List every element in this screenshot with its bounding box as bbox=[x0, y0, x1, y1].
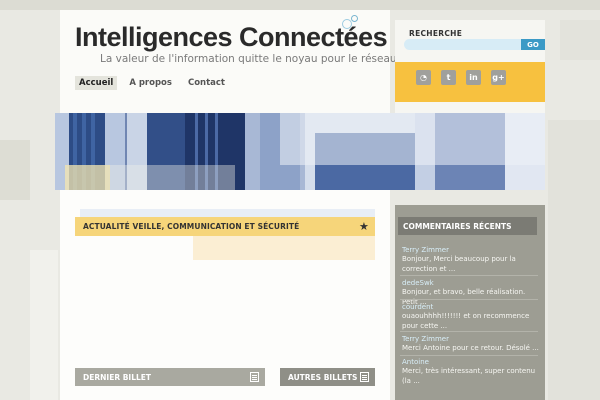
comment-excerpt[interactable]: Bonjour, Merci beaucoup pour la correcti… bbox=[402, 255, 540, 274]
comment-excerpt[interactable]: Merci, très intéressant, super contenu (… bbox=[402, 367, 540, 386]
latest-post-header: DERNIER BILLET bbox=[75, 368, 265, 386]
comment-author[interactable]: Terry Zimmer bbox=[402, 246, 540, 255]
background-block bbox=[0, 140, 30, 200]
other-posts-label: AUTRES BILLETS bbox=[288, 372, 358, 382]
nav-item-accueil[interactable]: Accueil bbox=[75, 76, 118, 90]
comment-item: Antoine Merci, très intéressant, super c… bbox=[402, 358, 540, 386]
section-accent bbox=[193, 236, 375, 260]
comment-item: Terry Zimmer Merci Antoine pour ce retou… bbox=[402, 335, 540, 354]
star-icon[interactable]: ★ bbox=[359, 220, 369, 233]
header-banner-image bbox=[55, 113, 545, 190]
search-go-button[interactable]: GO bbox=[521, 39, 545, 50]
nav-item-a-propos[interactable]: A propos bbox=[125, 76, 176, 90]
comment-author[interactable]: courdent bbox=[402, 303, 540, 312]
recent-comments-title: COMMENTAIRES RÉCENTS bbox=[398, 217, 537, 235]
comment-author[interactable]: Terry Zimmer bbox=[402, 335, 540, 344]
background-block bbox=[0, 0, 600, 10]
divider bbox=[400, 275, 538, 276]
site-tagline: La valeur de l'information quitte le noy… bbox=[100, 53, 397, 65]
other-posts-header: AUTRES BILLETS bbox=[280, 368, 375, 386]
site-title[interactable]: Intelligences Connectées bbox=[75, 22, 388, 53]
googleplus-icon[interactable]: g+ bbox=[491, 70, 506, 85]
comment-item: courdent ouaouhhhh!!!!!!! et on recommen… bbox=[402, 303, 540, 331]
divider bbox=[400, 299, 538, 300]
comment-author[interactable]: Antoine bbox=[402, 358, 540, 367]
rss-icon[interactable]: ◔ bbox=[416, 70, 431, 85]
document-icon[interactable] bbox=[360, 372, 369, 382]
background-block bbox=[548, 120, 600, 400]
linkedin-icon[interactable]: in bbox=[466, 70, 481, 85]
background-block bbox=[560, 20, 600, 60]
latest-post-label: DERNIER BILLET bbox=[83, 372, 152, 382]
bubble-decoration bbox=[351, 15, 358, 22]
background-block bbox=[30, 250, 58, 400]
comment-author[interactable]: dedeSwk bbox=[402, 279, 540, 288]
section-header: ACTUALITÉ VEILLE, COMMUNICATION ET SÉCUR… bbox=[75, 217, 375, 236]
search-label: RECHERCHE bbox=[409, 29, 463, 38]
comment-item: Terry Zimmer Bonjour, Merci beaucoup pou… bbox=[402, 246, 540, 274]
bubble-decoration bbox=[342, 19, 352, 29]
divider bbox=[400, 355, 538, 356]
search-input[interactable] bbox=[404, 39, 521, 50]
twitter-icon[interactable]: t bbox=[441, 70, 456, 85]
comment-excerpt[interactable]: ouaouhhhh!!!!!!! et on recommence pour c… bbox=[402, 312, 540, 331]
divider bbox=[400, 331, 538, 332]
document-icon[interactable] bbox=[250, 372, 259, 382]
section-accent bbox=[80, 209, 375, 217]
nav-item-contact[interactable]: Contact bbox=[184, 76, 229, 90]
comment-excerpt[interactable]: Merci Antoine pour ce retour. Désolé ... bbox=[402, 344, 540, 354]
main-nav: Accueil A propos Contact bbox=[75, 76, 229, 90]
